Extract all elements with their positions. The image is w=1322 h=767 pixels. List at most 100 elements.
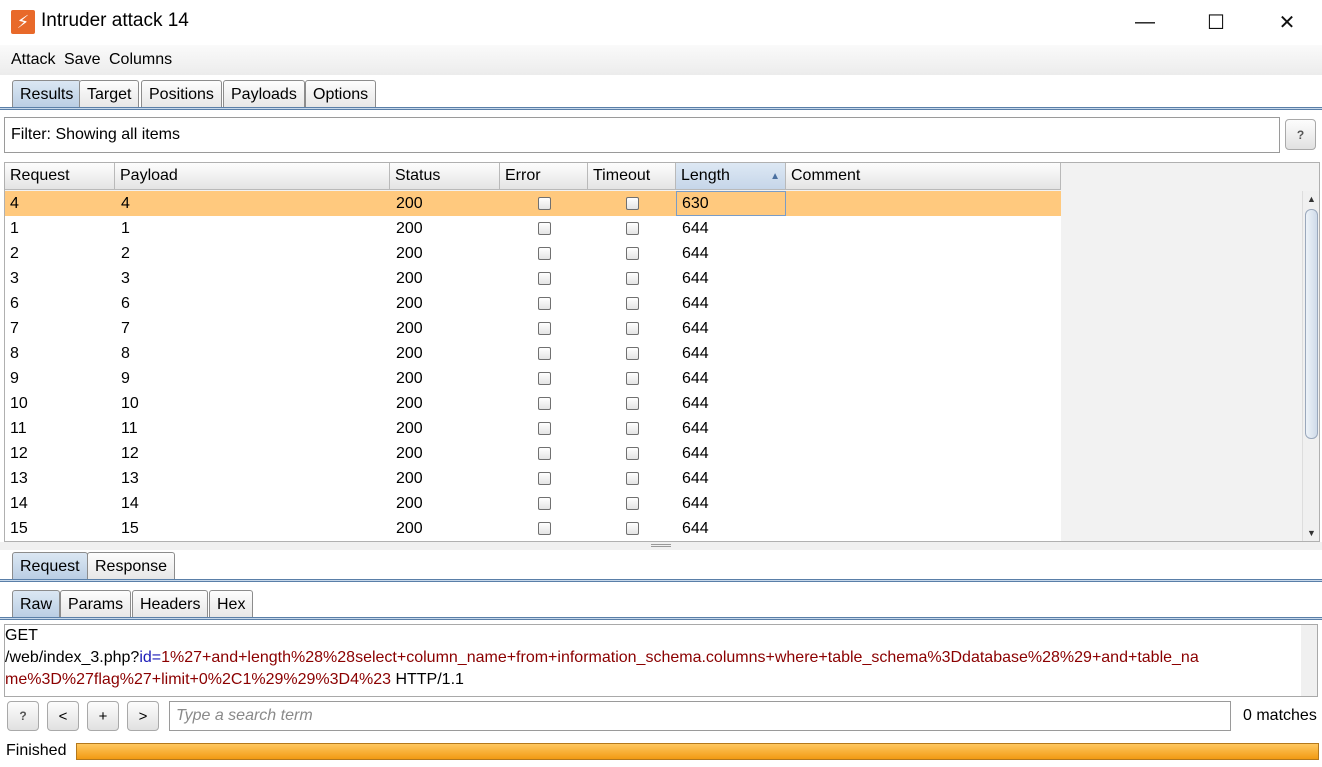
cell-request: 4 [10, 195, 19, 212]
table-row[interactable]: 6 6 200 644 [5, 291, 1061, 316]
tab-response[interactable]: Response [87, 552, 176, 580]
cell-request: 9 [10, 370, 19, 387]
scrollbar-thumb[interactable] [1305, 209, 1318, 439]
column-comment[interactable]: Comment [786, 163, 1061, 190]
cell-length: 644 [682, 220, 709, 237]
table-row[interactable]: 15 15 200 644 [5, 516, 1061, 541]
results-table: Request Payload Status Error Timeout Len… [4, 162, 1320, 542]
search-next-button[interactable]: > [127, 701, 159, 731]
tab-headers[interactable]: Headers [132, 590, 209, 618]
table-row[interactable]: 3 3 200 644 [5, 266, 1061, 291]
cell-request: 1 [10, 220, 19, 237]
table-row[interactable]: 10 10 200 644 [5, 391, 1061, 416]
tab-results[interactable]: Results [12, 80, 82, 108]
column-payload[interactable]: Payload [115, 163, 390, 190]
table-row[interactable]: 1 1 200 644 [5, 216, 1061, 241]
cell-status: 200 [396, 220, 423, 237]
cell-status: 200 [396, 370, 423, 387]
filter-bar[interactable]: Filter: Showing all items [4, 117, 1280, 153]
table-scrollbar[interactable]: ▲ ▼ [1302, 191, 1319, 541]
tab-hex[interactable]: Hex [209, 590, 254, 618]
tab-payloads[interactable]: Payloads [223, 80, 305, 108]
search-add-button[interactable]: + [87, 701, 119, 731]
search-help-button[interactable]: ? [7, 701, 39, 731]
cell-status: 200 [396, 495, 423, 512]
timeout-checkbox [626, 422, 639, 435]
column-error[interactable]: Error [500, 163, 588, 190]
close-button[interactable]: ✕ [1252, 0, 1322, 45]
cell-length: 644 [682, 245, 709, 262]
timeout-checkbox [626, 447, 639, 460]
cell-length: 644 [682, 470, 709, 487]
column-length[interactable]: Length ▲ [676, 163, 786, 190]
cell-length: 644 [682, 395, 709, 412]
cell-payload: 8 [121, 345, 130, 362]
cell-length: 644 [682, 345, 709, 362]
error-checkbox [538, 422, 551, 435]
tab-raw[interactable]: Raw [12, 590, 61, 618]
status-text: Finished [6, 742, 67, 759]
column-timeout[interactable]: Timeout [588, 163, 676, 190]
focused-cell-outline [676, 191, 786, 216]
http-version: HTTP/1.1 [391, 671, 464, 688]
cell-payload: 7 [121, 320, 130, 337]
cell-length: 644 [682, 270, 709, 287]
menu-attack[interactable]: Attack [11, 51, 55, 69]
tab-params[interactable]: Params [60, 590, 132, 618]
request-editor[interactable]: GET /web/index_3.php?id=1%27+and+length%… [4, 624, 1318, 697]
table-row[interactable]: 13 13 200 644 [5, 466, 1061, 491]
cell-payload: 11 [121, 420, 138, 437]
splitter-grip-icon[interactable] [651, 544, 671, 547]
tab-target[interactable]: Target [79, 80, 140, 108]
scroll-up-icon[interactable]: ▲ [1303, 191, 1319, 207]
sort-ascending-icon: ▲ [770, 171, 780, 182]
window-title: Intruder attack 14 [41, 10, 189, 31]
table-row[interactable]: 2 2 200 644 [5, 241, 1061, 266]
table-row[interactable]: 12 12 200 644 [5, 441, 1061, 466]
error-checkbox [538, 397, 551, 410]
request-line-method: GET [5, 627, 38, 644]
error-checkbox [538, 522, 551, 535]
timeout-checkbox [626, 522, 639, 535]
editor-scrollbar[interactable] [1301, 625, 1317, 696]
error-checkbox [538, 472, 551, 485]
menu-columns[interactable]: Columns [109, 51, 172, 69]
cell-status: 200 [396, 345, 423, 362]
table-row[interactable]: 8 8 200 644 [5, 341, 1061, 366]
error-checkbox [538, 272, 551, 285]
table-row[interactable]: 11 11 200 644 [5, 416, 1061, 441]
cell-length: 644 [682, 295, 709, 312]
column-request[interactable]: Request [5, 163, 115, 190]
tab-request[interactable]: Request [12, 552, 88, 580]
title-bar: ⚡ Intruder attack 14 — ☐ ✕ [0, 0, 1322, 45]
cell-request: 13 [10, 470, 28, 487]
minimize-button[interactable]: — [1110, 0, 1180, 45]
cell-payload: 4 [121, 195, 130, 212]
progress-bar [76, 743, 1319, 760]
cell-payload: 1 [121, 220, 130, 237]
tab-positions[interactable]: Positions [141, 80, 222, 108]
cell-status: 200 [396, 295, 423, 312]
cell-request: 3 [10, 270, 19, 287]
table-row[interactable]: 4 4 200 630 [5, 191, 1061, 216]
maximize-button[interactable]: ☐ [1181, 0, 1251, 45]
scroll-down-icon[interactable]: ▼ [1303, 525, 1319, 541]
search-prev-button[interactable]: < [47, 701, 79, 731]
table-row[interactable]: 14 14 200 644 [5, 491, 1061, 516]
cell-status: 200 [396, 195, 423, 212]
cell-comment [787, 216, 792, 241]
menu-save[interactable]: Save [64, 51, 100, 69]
cell-payload: 10 [121, 395, 139, 412]
filter-help-button[interactable]: ? [1285, 119, 1316, 150]
timeout-checkbox [626, 322, 639, 335]
column-status[interactable]: Status [390, 163, 500, 190]
cell-length: 644 [682, 320, 709, 337]
search-input[interactable]: Type a search term [169, 701, 1231, 731]
search-matches-count: 0 matches [1243, 707, 1317, 724]
request-line-path: /web/index_3.php?id=1%27+and+length%28%2… [5, 647, 1317, 669]
tab-divider [0, 107, 1322, 110]
tab-options[interactable]: Options [305, 80, 377, 108]
table-row[interactable]: 9 9 200 644 [5, 366, 1061, 391]
table-row[interactable]: 7 7 200 644 [5, 316, 1061, 341]
cell-comment [787, 266, 792, 291]
